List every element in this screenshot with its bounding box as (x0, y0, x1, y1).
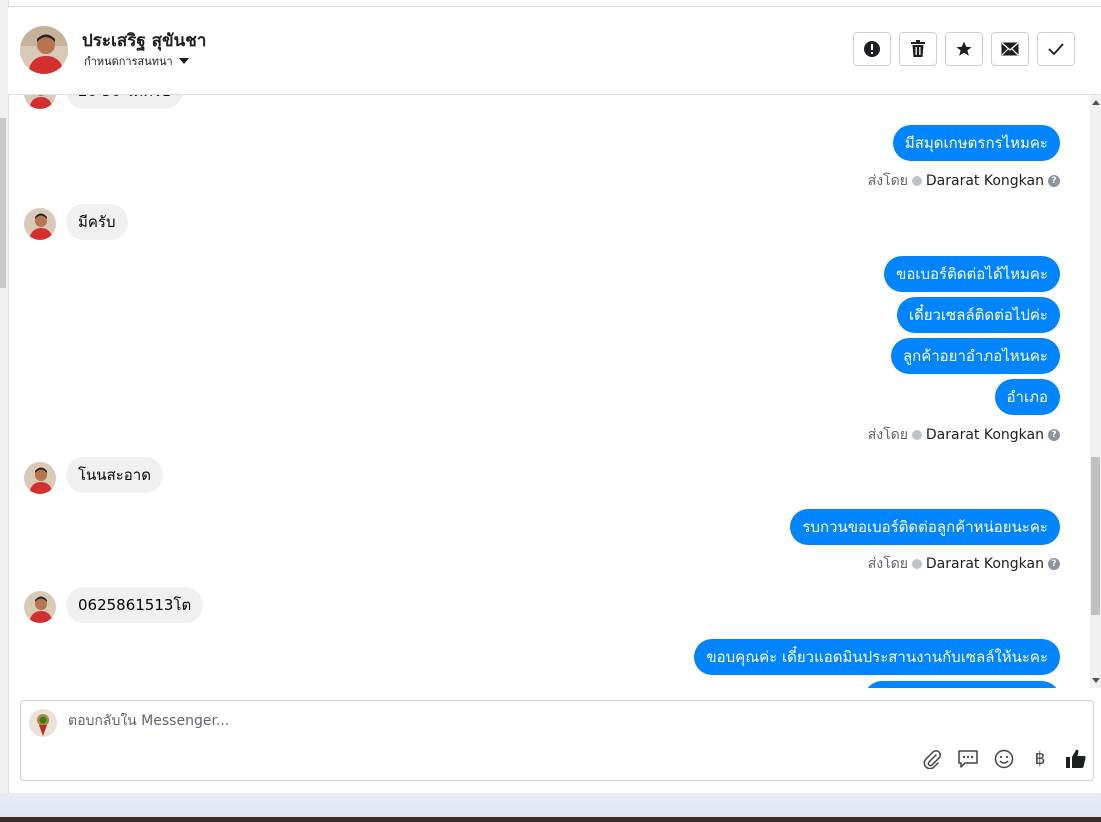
help-icon[interactable]: ? (1048, 175, 1060, 187)
outgoing-message[interactable]: เดี๋ยวเซลล์ติดต่อไปค่ะ (896, 297, 1060, 333)
page-avatar (29, 709, 57, 737)
report-button[interactable] (853, 32, 891, 66)
incoming-message[interactable]: โนนสะอาด (66, 457, 163, 493)
caret-down-icon (178, 58, 189, 64)
star-button[interactable] (945, 32, 983, 66)
reply-input[interactable] (68, 713, 868, 729)
incoming-message[interactable]: 0625861513โต (66, 587, 204, 623)
delete-button[interactable] (899, 32, 937, 66)
composer-tools: ฿ (921, 748, 1087, 770)
help-icon[interactable]: ? (1048, 429, 1060, 441)
outgoing-message-partial[interactable] (864, 681, 1060, 688)
attachment-icon[interactable] (921, 748, 943, 770)
message-list[interactable]: 20 30 ได้ครับ มีสมุดเกษตรกรไหมคะ ส่งโดย … (8, 95, 1090, 688)
message-scrollbar-thumb[interactable] (1091, 457, 1100, 615)
emoji-icon[interactable] (993, 748, 1015, 770)
taskbar-edge (0, 817, 1101, 822)
mark-done-button[interactable] (1037, 32, 1075, 66)
schedule-label: กำหนดการสนทนา (84, 55, 173, 68)
sent-check-icon (911, 176, 922, 186)
contact-avatar-small (24, 208, 56, 240)
mark-unread-button[interactable] (991, 32, 1029, 66)
thumbs-up-icon[interactable] (1065, 748, 1087, 770)
sent-by-meta: ส่งโดย Dararat Kongkan ? (868, 170, 1060, 192)
incoming-message[interactable]: มีครับ (66, 204, 128, 240)
reply-composer: ฿ (20, 700, 1094, 781)
sent-by-meta: ส่งโดย Dararat Kongkan ? (868, 424, 1060, 446)
contact-avatar-small (24, 95, 56, 109)
help-icon[interactable]: ? (1048, 558, 1060, 570)
conversation-schedule-dropdown[interactable]: กำหนดการสนทนา (84, 52, 189, 70)
sent-by-meta: ส่งโดย Dararat Kongkan ? (868, 553, 1060, 575)
contact-avatar-small (24, 462, 56, 494)
scroll-down-arrow-icon[interactable] (1092, 678, 1100, 683)
sender-name[interactable]: Dararat Kongkan (926, 173, 1044, 189)
outgoing-message[interactable]: ลูกค้าอยาอำภอไหนคะ (890, 338, 1060, 374)
sent-check-icon (911, 430, 922, 440)
trash-icon (911, 40, 925, 57)
scroll-up-arrow-icon[interactable] (1092, 100, 1100, 105)
envelope-icon (1001, 42, 1019, 56)
message-scrollbar[interactable] (1090, 95, 1101, 688)
checkmark-icon (1048, 43, 1064, 56)
alert-icon (864, 41, 880, 57)
outgoing-message[interactable]: อำเภอ (994, 379, 1060, 415)
left-scrollbar-thumb[interactable] (0, 118, 6, 288)
sent-by-label: ส่งโดย (867, 556, 908, 572)
outgoing-message[interactable]: ขอบคุณค่ะ เดี๋ยวแอดมินประสานงานกับเซลล์ใ… (694, 639, 1060, 675)
outgoing-message[interactable]: รบกวนขอเบอร์ติดต่อลูกค้าหน่อยนะคะ (790, 509, 1060, 545)
sent-by-label: ส่งโดย (867, 427, 908, 443)
sender-name[interactable]: Dararat Kongkan (926, 556, 1044, 572)
sender-name[interactable]: Dararat Kongkan (926, 427, 1044, 443)
outgoing-message[interactable]: มีสมุดเกษตรกรไหมคะ (892, 125, 1060, 161)
contact-avatar-small (24, 591, 56, 623)
header-actions (853, 32, 1075, 66)
conversation-header: ประเสริฐ สุขันชา กำหนดการสนทนา (8, 7, 1101, 95)
incoming-message[interactable]: 20 30 ได้ครับ (66, 95, 183, 109)
sent-by-label: ส่งโดย (867, 173, 908, 189)
contact-avatar[interactable] (20, 26, 68, 74)
saved-reply-icon[interactable] (957, 748, 979, 770)
contact-name: ประเสริฐ สุขันชา (82, 31, 207, 51)
star-icon (956, 41, 972, 56)
sent-check-icon (911, 559, 922, 569)
baht-icon[interactable]: ฿ (1029, 748, 1051, 770)
outgoing-message[interactable]: ขอเบอร์ติดต่อได้ไหมคะ (884, 256, 1060, 292)
conversation-window: ประเสริฐ สุขันชา กำหนดการสนทนา มีสมุดเกษ… (0, 0, 1101, 822)
window-bottom-band (0, 793, 1101, 817)
